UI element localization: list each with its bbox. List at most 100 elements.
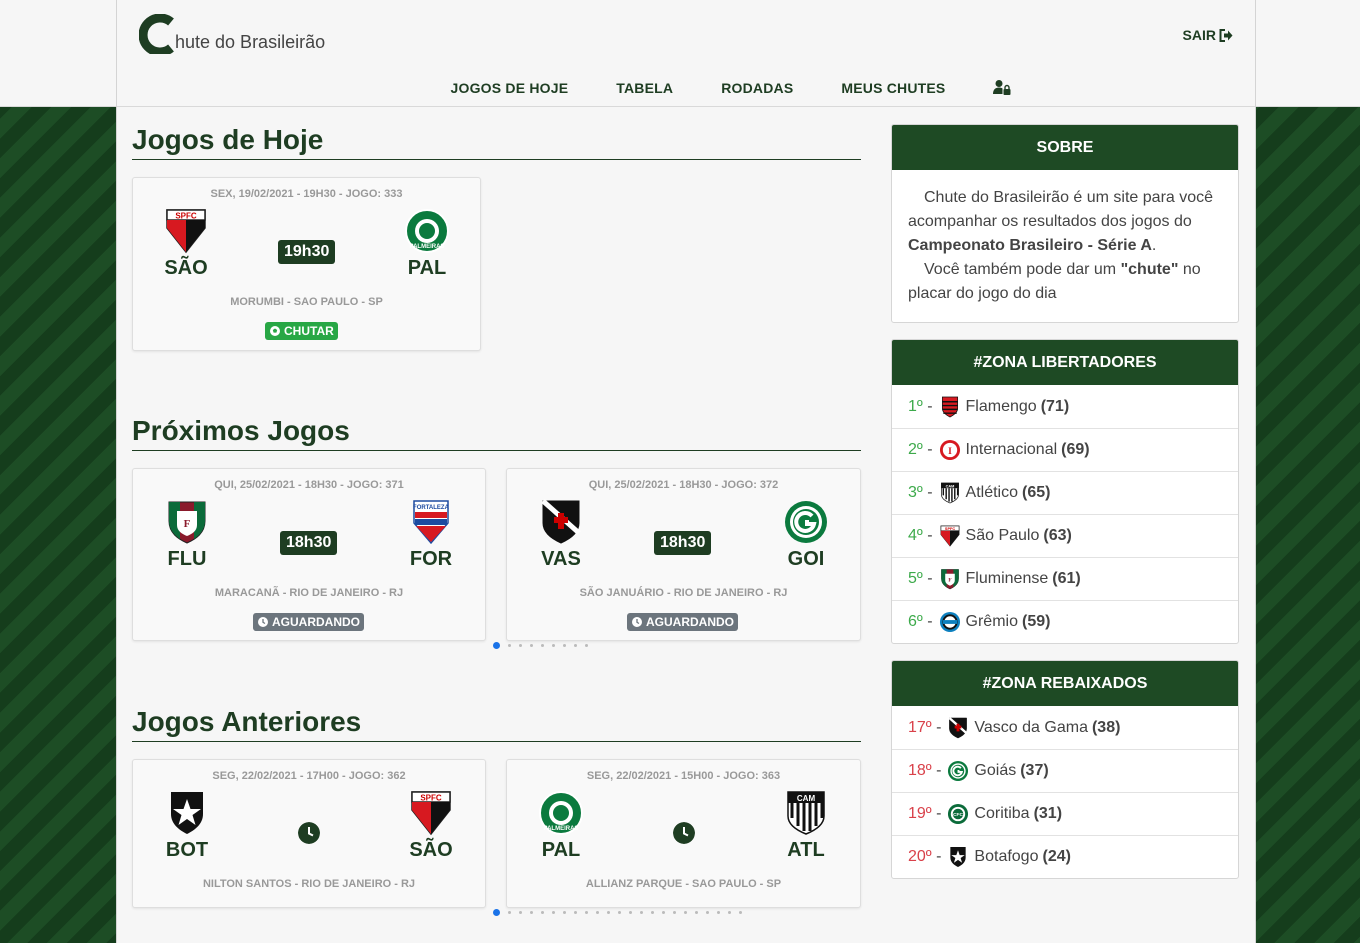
carousel-dot[interactable] bbox=[662, 911, 665, 914]
carousel-dot[interactable] bbox=[596, 911, 599, 914]
game-time-badge: 18h30 bbox=[280, 531, 338, 555]
carousel-dot[interactable] bbox=[530, 911, 533, 914]
standing-points: (59) bbox=[1021, 613, 1051, 630]
home-team-abbr: PAL bbox=[541, 839, 581, 861]
sao-paulo-crest-icon bbox=[408, 790, 454, 836]
libertadores-panel: #ZONA LIBERTADORES 1º - Flamengo (71) 2º -… bbox=[891, 339, 1239, 644]
carousel-dot[interactable] bbox=[651, 911, 654, 914]
standing-row[interactable]: 3º - Atlético (65) bbox=[892, 471, 1238, 514]
section-title-previous: Jogos Anteriores bbox=[132, 706, 861, 742]
clock-icon bbox=[632, 617, 642, 627]
carousel-dot[interactable] bbox=[607, 911, 610, 914]
carousel-dot[interactable] bbox=[618, 911, 621, 914]
carousel-dot[interactable] bbox=[519, 911, 522, 914]
carousel-dot[interactable] bbox=[629, 911, 632, 914]
chutar-button[interactable]: CHUTAR bbox=[265, 322, 338, 340]
about-panel: SOBRE Chute do Brasileirão é um site par… bbox=[891, 124, 1239, 323]
standing-team: Vasco da Gama bbox=[974, 718, 1088, 736]
carousel-dot[interactable] bbox=[640, 911, 643, 914]
carousel-dot[interactable] bbox=[541, 911, 544, 914]
standing-row[interactable]: 4º - São Paulo (63) bbox=[892, 514, 1238, 557]
logout-button[interactable]: SAIR bbox=[1183, 27, 1233, 43]
standing-row[interactable]: 1º - Flamengo (71) bbox=[892, 385, 1238, 428]
nav-jogos-de-hoje[interactable]: JOGOS DE HOJE bbox=[451, 80, 569, 96]
standing-row[interactable]: 6º - Grêmio (59) bbox=[892, 600, 1238, 643]
nav-tabela[interactable]: TABELA bbox=[616, 80, 673, 96]
logout-label: SAIR bbox=[1182, 27, 1216, 43]
standing-row[interactable]: 19º - Coritiba (31) bbox=[892, 792, 1238, 835]
home-team-abbr: FLU bbox=[167, 548, 207, 570]
coritiba-crest-icon bbox=[947, 803, 969, 825]
carousel-dot[interactable] bbox=[563, 911, 566, 914]
carousel-dot[interactable] bbox=[530, 644, 533, 647]
home-team: FLU bbox=[142, 499, 232, 571]
carousel-dot[interactable] bbox=[684, 911, 687, 914]
standing-points: (71) bbox=[1040, 397, 1070, 415]
main-nav: JOGOS DE HOJE TABELA RODADAS MEUS CHUTES bbox=[117, 80, 1255, 96]
carousel-dot[interactable] bbox=[739, 911, 742, 914]
game-card: SEG, 22/02/2021 - 17H00 - JOGO: 362 BOT … bbox=[132, 759, 486, 908]
carousel-dot[interactable] bbox=[585, 644, 588, 647]
carousel-dot[interactable] bbox=[673, 911, 676, 914]
section-title-next: Próximos Jogos bbox=[132, 415, 861, 451]
carousel-dot[interactable] bbox=[706, 911, 709, 914]
standing-points: (38) bbox=[1091, 718, 1121, 736]
vasco-crest-icon bbox=[538, 499, 584, 545]
chutar-label: CHUTAR bbox=[284, 324, 334, 338]
carousel-dot[interactable] bbox=[508, 911, 511, 914]
standing-row[interactable]: 20º - Botafogo (24) bbox=[892, 835, 1238, 878]
standing-row[interactable]: 18º - Goiás (37) bbox=[892, 749, 1238, 792]
carousel-dot[interactable] bbox=[552, 644, 555, 647]
carousel-dot[interactable] bbox=[585, 911, 588, 914]
standing-position: 5º bbox=[908, 570, 923, 587]
carousel-dot[interactable] bbox=[574, 644, 577, 647]
carousel-dots-next[interactable] bbox=[493, 642, 588, 649]
game-meta: SEG, 22/02/2021 - 15H00 - JOGO: 363 bbox=[586, 770, 781, 782]
game-meta: QUI, 25/02/2021 - 18H30 - JOGO: 372 bbox=[588, 479, 779, 491]
carousel-dot[interactable] bbox=[695, 911, 698, 914]
fortaleza-crest-icon bbox=[408, 499, 454, 545]
carousel-dot[interactable] bbox=[493, 909, 500, 916]
site-logo[interactable]: hute do Brasileirão bbox=[139, 14, 325, 54]
carousel-dot[interactable] bbox=[493, 642, 500, 649]
away-team: ATL bbox=[761, 790, 851, 862]
nav-rodadas[interactable]: RODADAS bbox=[721, 80, 793, 96]
away-team-abbr: ATL bbox=[787, 839, 825, 861]
nav-admin[interactable] bbox=[993, 78, 1011, 96]
carousel-dot[interactable] bbox=[519, 644, 522, 647]
aguardando-badge: AGUARDANDO bbox=[627, 613, 738, 631]
standing-points: (37) bbox=[1020, 762, 1049, 779]
gremio-crest-icon bbox=[939, 611, 961, 633]
carousel-dot[interactable] bbox=[574, 911, 577, 914]
standing-points: (63) bbox=[1043, 527, 1072, 544]
standing-row[interactable]: 17º - Vasco da Gama (38) bbox=[892, 706, 1238, 749]
standing-points: (24) bbox=[1042, 848, 1071, 865]
section-title-today: Jogos de Hoje bbox=[132, 124, 861, 160]
standing-row[interactable]: 2º - Internacional (69) bbox=[892, 428, 1238, 471]
standing-team: Grêmio bbox=[965, 613, 1018, 630]
away-team: FOR bbox=[386, 499, 476, 571]
standing-position: 18º bbox=[908, 762, 932, 779]
standing-position: 1º bbox=[908, 397, 923, 415]
standing-position: 4º bbox=[908, 527, 923, 544]
user-lock-icon bbox=[993, 80, 1011, 95]
site-header: hute do Brasileirão SAIR JOGOS DE HOJE T… bbox=[117, 0, 1255, 107]
libertadores-list: 1º - Flamengo (71) 2º - Internacional (69) 3… bbox=[892, 385, 1238, 643]
carousel-dot[interactable] bbox=[552, 911, 555, 914]
standing-team: São Paulo bbox=[965, 527, 1040, 544]
nav-meus-chutes[interactable]: MEUS CHUTES bbox=[841, 80, 945, 96]
carousel-dot[interactable] bbox=[728, 911, 731, 914]
standing-team: Flamengo bbox=[965, 397, 1037, 415]
away-team-abbr: GOI bbox=[787, 548, 825, 570]
game-meta: QUI, 25/02/2021 - 18H30 - JOGO: 371 bbox=[214, 479, 404, 491]
carousel-dot[interactable] bbox=[508, 644, 511, 647]
home-team-abbr: SÃO bbox=[164, 257, 208, 279]
game-time-badge: 19h30 bbox=[278, 240, 336, 264]
goias-crest-icon bbox=[783, 499, 829, 545]
carousel-dot[interactable] bbox=[541, 644, 544, 647]
standing-points: (31) bbox=[1033, 805, 1063, 822]
carousel-dot[interactable] bbox=[717, 911, 720, 914]
standing-row[interactable]: 5º - Fluminense (61) bbox=[892, 557, 1238, 600]
carousel-dots-previous[interactable] bbox=[493, 909, 742, 916]
carousel-dot[interactable] bbox=[563, 644, 566, 647]
